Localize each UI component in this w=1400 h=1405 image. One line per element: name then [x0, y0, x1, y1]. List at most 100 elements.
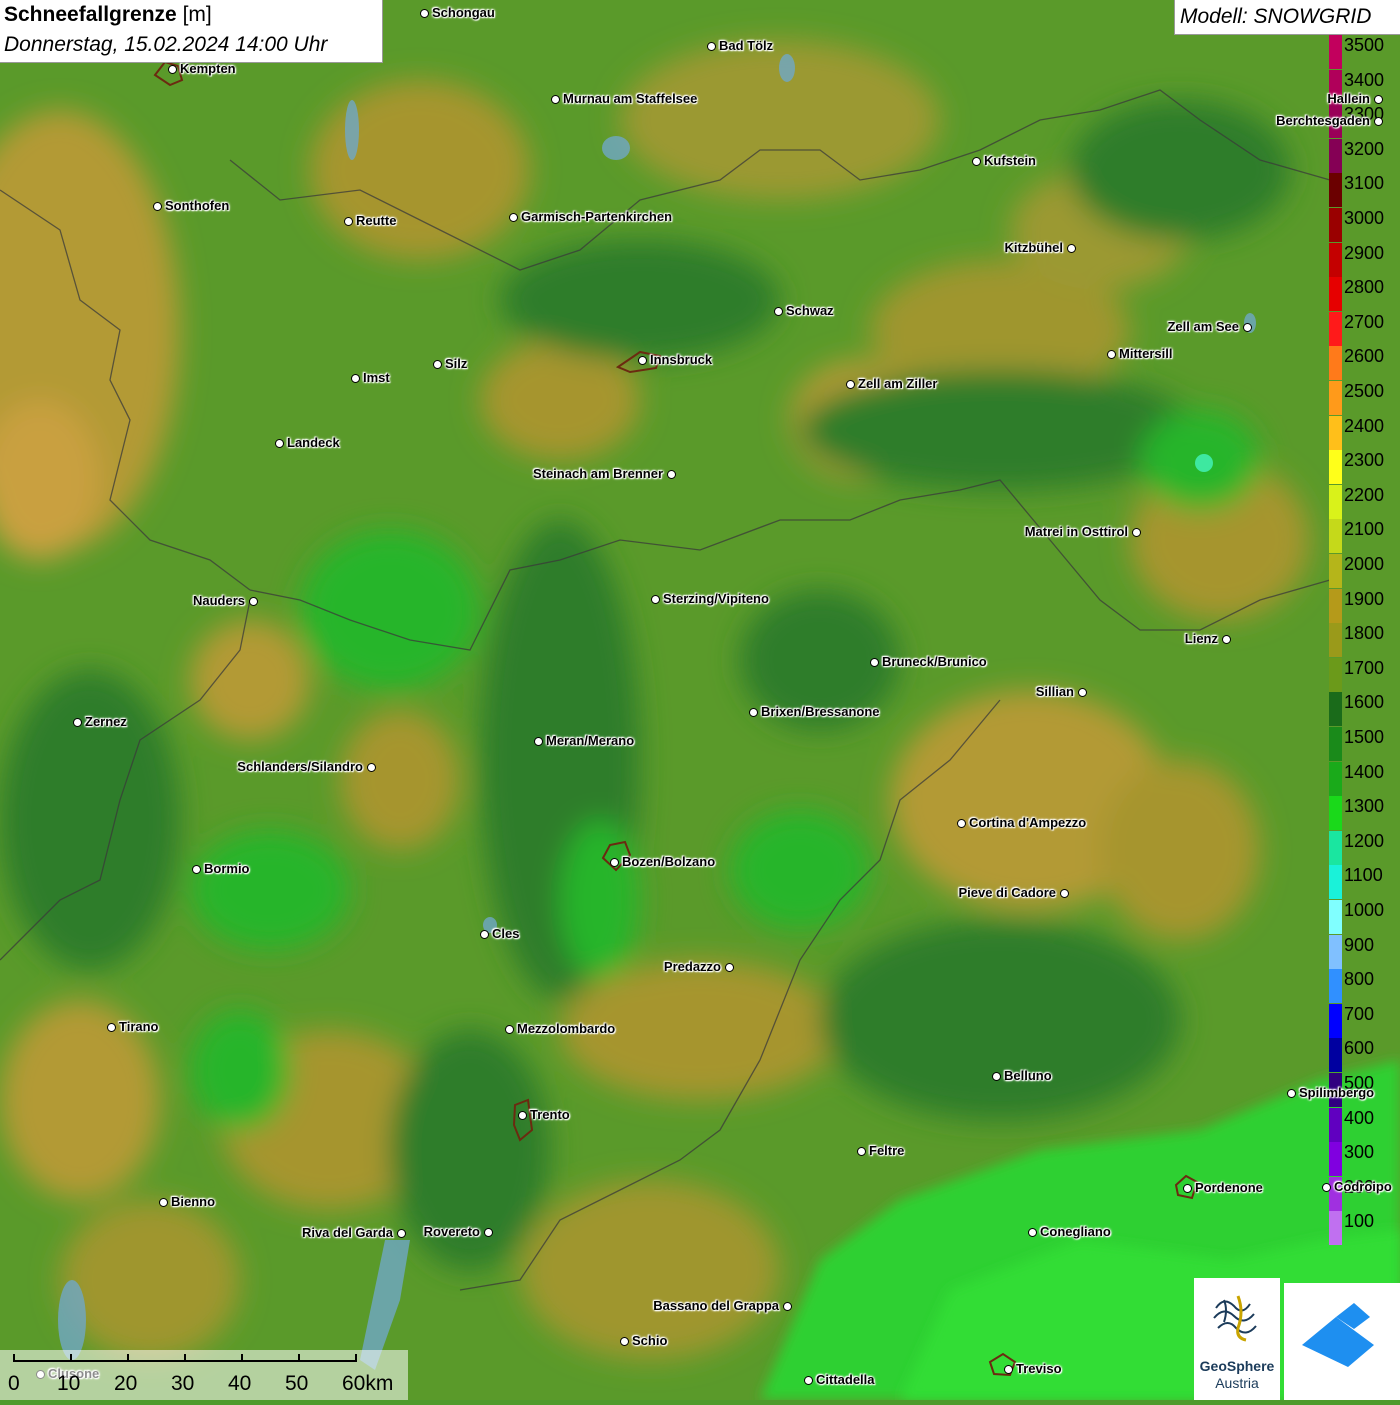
- city-marker: [480, 930, 489, 939]
- legend-swatch: [1329, 519, 1342, 554]
- city-marker: [275, 439, 284, 448]
- city-marker: [1374, 95, 1383, 104]
- legend-item: 2200: [1329, 484, 1400, 519]
- city-label: Rovereto: [423, 1224, 480, 1239]
- city-marker: [509, 213, 518, 222]
- scale-label: 40: [228, 1372, 252, 1395]
- legend-swatch: [1329, 692, 1342, 727]
- title-box: Schneefallgrenze [m] Donnerstag, 15.02.2…: [0, 0, 383, 63]
- city-label: Landeck: [287, 435, 340, 450]
- city-label: Reutte: [356, 213, 397, 228]
- scale-tick: [184, 1354, 186, 1362]
- city-marker: [367, 763, 376, 772]
- legend-swatch: [1329, 623, 1342, 658]
- scale-tick: [13, 1354, 15, 1362]
- city-marker: [534, 737, 543, 746]
- city-marker: [397, 1229, 406, 1238]
- legend-item: 2600: [1329, 346, 1400, 381]
- color-legend: 3500 3400 3300 3200 3100 3000 2900 2800 2700 2600…: [1329, 35, 1400, 1246]
- city-label: Garmisch-Partenkirchen: [521, 209, 673, 224]
- city-label: Meran/Merano: [546, 733, 635, 748]
- city-marker: [651, 595, 660, 604]
- legend-item: 1700: [1329, 657, 1400, 692]
- legend-swatch: [1329, 727, 1342, 761]
- city-label: Treviso: [1016, 1361, 1062, 1376]
- city-marker: [804, 1376, 813, 1385]
- city-label: Nauders: [192, 593, 245, 608]
- city-label: Feltre: [869, 1143, 905, 1158]
- city-label: Bad Tölz: [719, 38, 774, 53]
- city-marker: [620, 1337, 629, 1346]
- legend-label: 900: [1344, 934, 1375, 955]
- legend-label: 2800: [1344, 277, 1385, 298]
- city-marker: [725, 963, 734, 972]
- app-logo: [1284, 1283, 1400, 1400]
- legend-label: 2000: [1344, 554, 1385, 574]
- city-label: Mezzolombardo: [517, 1021, 616, 1036]
- legend-swatch: [1329, 657, 1342, 692]
- legend-item: 1100: [1329, 865, 1400, 900]
- legend-label: 2200: [1344, 484, 1385, 505]
- legend-label: 2300: [1344, 450, 1385, 471]
- city-label: Trento: [530, 1107, 570, 1122]
- legend-label: 1500: [1344, 727, 1385, 747]
- legend-label: 2400: [1344, 415, 1385, 436]
- city-marker: [1287, 1089, 1296, 1098]
- city-marker: [505, 1025, 514, 1034]
- city-marker: [783, 1302, 792, 1311]
- legend-label: 700: [1344, 1003, 1375, 1024]
- city-label: Lienz: [1184, 631, 1218, 646]
- city-label: Murnau am Staffelsee: [563, 91, 698, 106]
- legend-swatch: [1329, 588, 1342, 623]
- city-label: Silz: [445, 356, 468, 371]
- scale-tick: [355, 1354, 357, 1362]
- scale-label: 30: [171, 1372, 195, 1395]
- city-label: Sonthofen: [165, 198, 230, 213]
- legend-label: 1200: [1344, 830, 1385, 851]
- city-label: Bienno: [171, 1194, 216, 1209]
- city-marker: [1374, 117, 1383, 126]
- legend-item: 1600: [1329, 692, 1400, 727]
- legend-label: 2900: [1344, 242, 1385, 263]
- city-marker: [153, 202, 162, 211]
- city-label: Predazzo: [663, 959, 721, 974]
- legend-item: 3200: [1329, 138, 1400, 173]
- city-label: Cortina d'Ampezzo: [969, 815, 1087, 830]
- scale-tick: [127, 1354, 129, 1362]
- legend-swatch: [1329, 830, 1342, 865]
- legend-item: 1000: [1329, 900, 1400, 934]
- city-label: Brixen/Bressanone: [761, 704, 880, 719]
- legend-item: 400: [1329, 1107, 1400, 1142]
- city-marker: [518, 1111, 527, 1120]
- legend-item: 1900: [1329, 588, 1400, 623]
- city-label: Berchtesgaden: [1276, 113, 1370, 128]
- city-label: Imst: [363, 370, 390, 385]
- city-marker: [249, 597, 258, 606]
- city-label: Innsbruck: [650, 352, 713, 367]
- scale-tick: [241, 1354, 243, 1362]
- legend-swatch: [1329, 969, 1342, 1004]
- city-label: Zernez: [85, 714, 127, 729]
- city-marker: [957, 819, 966, 828]
- city-marker: [1078, 688, 1087, 697]
- legend-label: 1400: [1344, 761, 1385, 782]
- city-marker: [1004, 1365, 1013, 1374]
- city-label: Cles: [492, 926, 520, 941]
- geosphere-country: Austria: [1215, 1375, 1259, 1391]
- city-marker: [168, 65, 177, 74]
- legend-swatch: [1329, 484, 1342, 519]
- city-marker: [159, 1198, 168, 1207]
- legend-item: 2900: [1329, 242, 1400, 277]
- geosphere-logo: GeoSphere Austria: [1194, 1278, 1280, 1400]
- legend-label: 1600: [1344, 692, 1385, 713]
- city-label: Schlanders/Silandro: [237, 759, 363, 774]
- city-label: Pordenone: [1195, 1180, 1263, 1195]
- legend-label: 100: [1344, 1211, 1375, 1232]
- legend-label: 1100: [1344, 865, 1383, 886]
- city-marker: [972, 157, 981, 166]
- city-label: Pieve di Cadore: [958, 885, 1056, 900]
- legend-swatch: [1329, 346, 1342, 381]
- city-label: Sterzing/Vipiteno: [663, 591, 769, 606]
- geosphere-icon: [1213, 1295, 1257, 1342]
- legend-item: 2000: [1329, 554, 1400, 588]
